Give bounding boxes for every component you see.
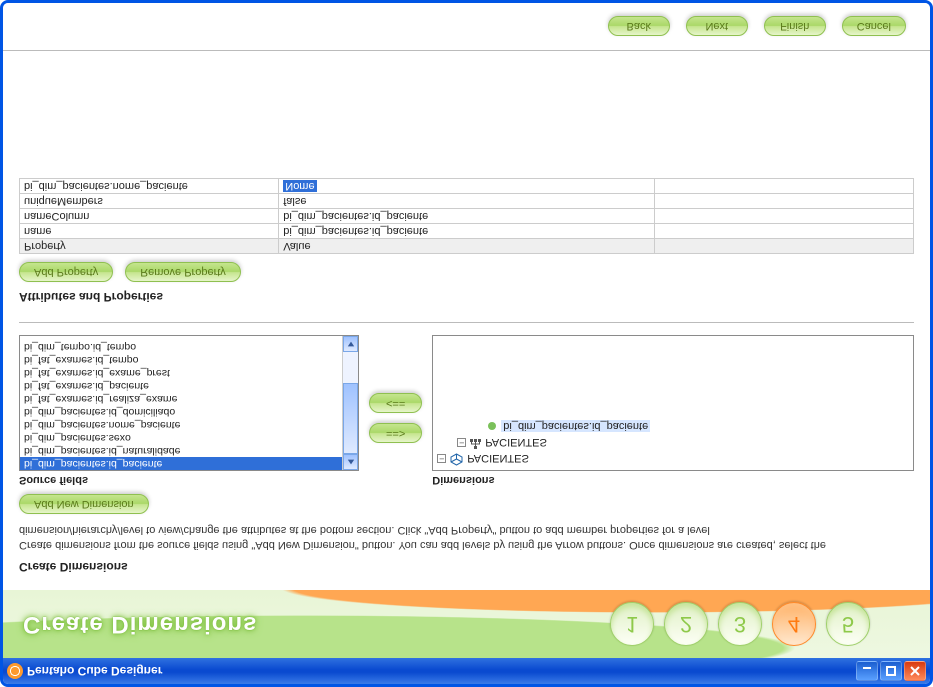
- add-new-dimension-button[interactable]: Add New Dimension: [19, 494, 149, 514]
- source-fields-listbox[interactable]: bi_dim_pacientes.id_paciente bi_dim_paci…: [19, 335, 359, 471]
- scroll-thumb[interactable]: [343, 383, 358, 454]
- tree-level-node[interactable]: bi_dim_pacientes.id_paciente: [437, 418, 909, 434]
- remove-property-button[interactable]: Remove Property: [125, 262, 241, 282]
- scroll-track[interactable]: [343, 352, 358, 454]
- list-item[interactable]: bi_fat_exames.id_realiza_exame: [20, 392, 342, 405]
- prop-cell[interactable]: nameColumn: [20, 209, 279, 224]
- collapse-icon[interactable]: −: [457, 438, 466, 447]
- source-fields-label: Source fields: [19, 474, 359, 486]
- add-property-button[interactable]: Add Property: [19, 262, 113, 282]
- scroll-down-button[interactable]: [343, 336, 358, 352]
- list-item[interactable]: bi_dim_tempo.id_tempo: [20, 340, 342, 353]
- list-item[interactable]: bi_dim_pacientes.id_paciente: [20, 457, 342, 470]
- window-title: Pentaho Cube Designer: [27, 664, 162, 678]
- app-window: Pentaho Cube Designer Create Dimensions …: [0, 0, 933, 687]
- maximize-button[interactable]: [880, 661, 902, 681]
- dimension-icon: [450, 450, 463, 466]
- dimensions-tree[interactable]: − PACIENTES − PACIENTES: [432, 335, 914, 471]
- create-dimensions-help: Create dimensions from the source fields…: [19, 522, 914, 552]
- move-right-button[interactable]: ==>: [369, 423, 422, 443]
- level-icon: [487, 421, 497, 431]
- next-button[interactable]: Next: [686, 17, 748, 37]
- cancel-button[interactable]: Cancel: [842, 17, 906, 37]
- hierarchy-icon: [470, 435, 481, 449]
- tree-node-label: bi_dim_pacientes.id_paciente: [501, 420, 650, 432]
- table-row[interactable]: bi_dim_pacientes.nome_paciente Nome: [20, 179, 914, 194]
- tree-node-label: PACIENTES: [467, 452, 529, 464]
- scroll-up-button[interactable]: [343, 454, 358, 470]
- list-item[interactable]: bi_dim_pacientes.id_naturalidade: [20, 444, 342, 457]
- table-row[interactable]: name bi_dim_pacientes.id_paciente: [20, 224, 914, 239]
- col-header-empty: [654, 239, 913, 254]
- wizard-content: Create Dimensions Create dimensions from…: [3, 51, 930, 590]
- titlebar[interactable]: Pentaho Cube Designer: [3, 658, 930, 684]
- banner-title: Create Dimensions: [23, 610, 257, 638]
- col-header-property: Property: [20, 239, 279, 254]
- list-item[interactable]: bi_dim_pacientes.id_domiciliado: [20, 405, 342, 418]
- step-1: 1: [610, 602, 654, 646]
- finish-button[interactable]: Finish: [764, 17, 826, 37]
- wizard-footer: Back Next Finish Cancel: [3, 3, 930, 51]
- close-button[interactable]: [904, 661, 926, 681]
- list-item[interactable]: bi_dim_pacientes.nome_paciente: [20, 418, 342, 431]
- value-cell[interactable]: Nome: [279, 179, 654, 194]
- source-fields-items: bi_dim_pacientes.id_paciente bi_dim_paci…: [20, 336, 342, 470]
- value-cell[interactable]: bi_dim_pacientes.id_paciente: [279, 209, 654, 224]
- properties-table[interactable]: Property Value name bi_dim_pacientes.id_…: [19, 178, 914, 254]
- back-button[interactable]: Back: [608, 17, 670, 37]
- tree-hierarchy-node[interactable]: − PACIENTES: [437, 434, 909, 450]
- minimize-button[interactable]: [856, 661, 878, 681]
- app-icon: [7, 663, 23, 679]
- table-row[interactable]: uniqueMembers false: [20, 194, 914, 209]
- step-indicator: 1 2 3 4 5: [610, 602, 870, 646]
- prop-cell[interactable]: name: [20, 224, 279, 239]
- collapse-icon[interactable]: −: [437, 454, 446, 463]
- prop-cell[interactable]: uniqueMembers: [20, 194, 279, 209]
- list-item[interactable]: bi_dim_pacientes.sexo: [20, 431, 342, 444]
- list-item[interactable]: bi_fat_exames.id_tempo: [20, 353, 342, 366]
- value-cell[interactable]: false: [279, 194, 654, 209]
- tree-dimension-node[interactable]: − PACIENTES: [437, 450, 909, 466]
- list-item[interactable]: bi_fat_exames.id_exame_prest: [20, 366, 342, 379]
- col-header-value: Value: [279, 239, 654, 254]
- table-header-row: Property Value: [20, 239, 914, 254]
- dimensions-label: Dimensions: [432, 474, 914, 486]
- prop-cell[interactable]: bi_dim_pacientes.nome_paciente: [20, 179, 279, 194]
- move-left-button[interactable]: <==: [369, 393, 422, 413]
- table-row[interactable]: nameColumn bi_dim_pacientes.id_paciente: [20, 209, 914, 224]
- wizard-banner: Create Dimensions 1 2 3 4 5: [3, 590, 930, 658]
- step-2: 2: [664, 602, 708, 646]
- create-dimensions-heading: Create Dimensions: [19, 560, 914, 574]
- attributes-heading: Attributes and Properties: [19, 290, 914, 304]
- list-item[interactable]: bi_fat_exames.id_paciente: [20, 379, 342, 392]
- step-4: 4: [772, 602, 816, 646]
- source-scrollbar[interactable]: [342, 336, 358, 470]
- step-5: 5: [826, 602, 870, 646]
- tree-node-label: PACIENTES: [485, 436, 547, 448]
- value-cell[interactable]: bi_dim_pacientes.id_paciente: [279, 224, 654, 239]
- step-3: 3: [718, 602, 762, 646]
